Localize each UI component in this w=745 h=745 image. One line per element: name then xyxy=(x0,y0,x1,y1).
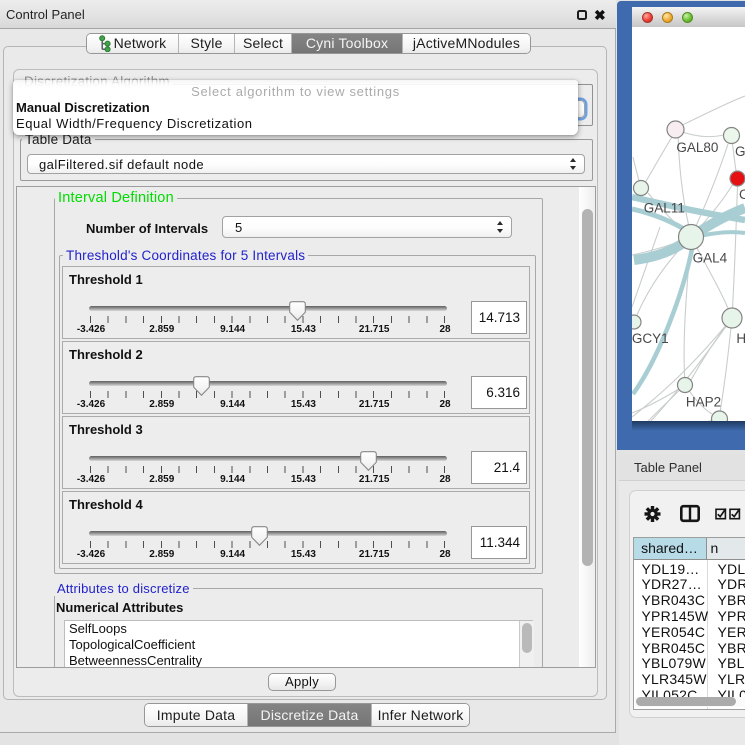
svg-text:GAL11: GAL11 xyxy=(644,201,685,216)
svg-text:C: C xyxy=(739,187,745,202)
svg-text:GAL80: GAL80 xyxy=(676,140,718,155)
svg-text:H: H xyxy=(736,331,745,346)
svg-text:GCY1: GCY1 xyxy=(632,331,669,346)
svg-text:HAP2: HAP2 xyxy=(686,395,721,410)
svg-text:GAL4: GAL4 xyxy=(693,251,728,266)
svg-text:G.: G. xyxy=(735,144,745,159)
